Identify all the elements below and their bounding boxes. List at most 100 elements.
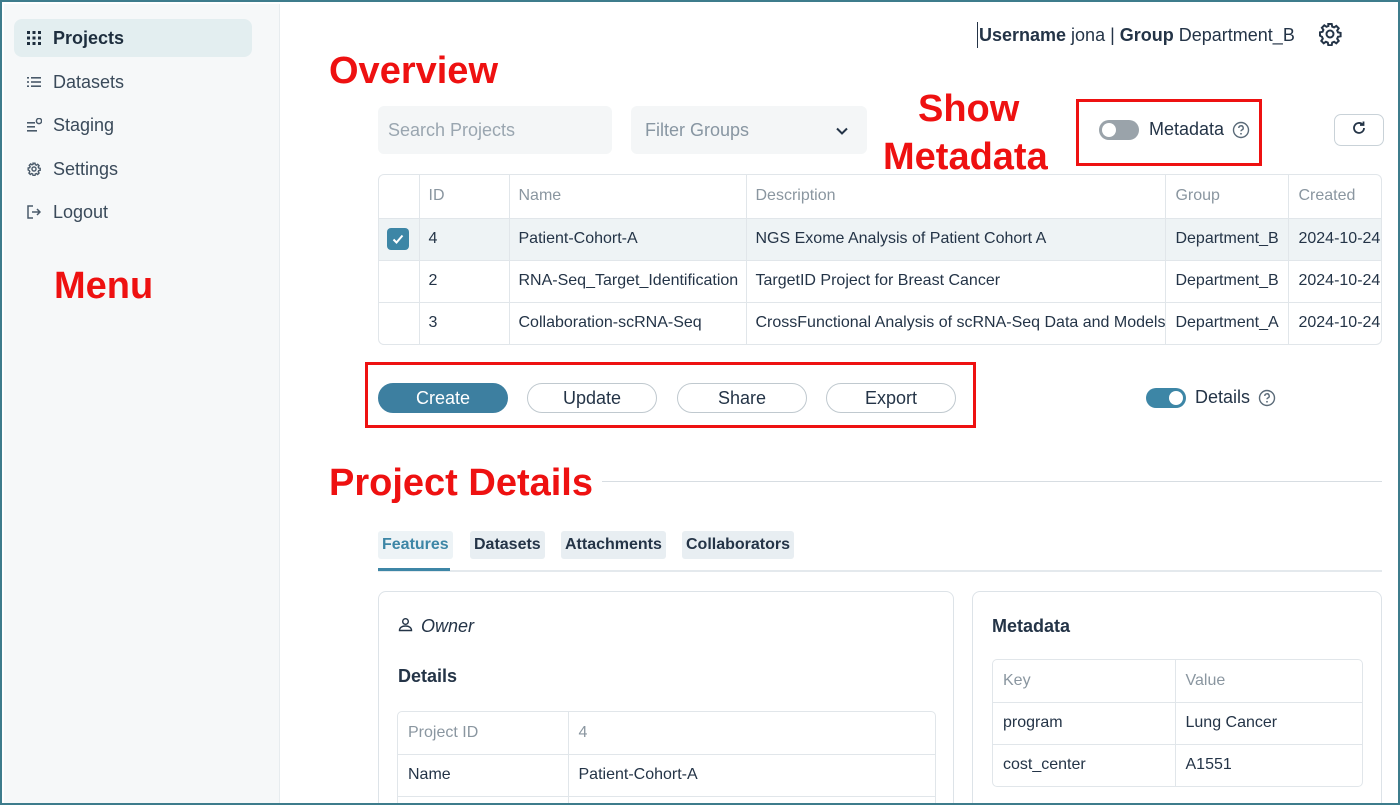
help-icon[interactable] [1232, 121, 1250, 139]
features-card: Owner Details Project ID 4 Name Patient-… [378, 591, 954, 803]
checkbox-checked[interactable] [387, 227, 409, 250]
sidebar-item-logout[interactable]: Logout [14, 193, 252, 231]
username-label: Username [979, 24, 1067, 45]
annotation-metadata: Metadata [883, 136, 1048, 178]
column-header-created[interactable]: Created [1288, 175, 1381, 219]
detail-value [568, 796, 935, 803]
filter-groups-select[interactable]: Filter Groups [631, 106, 867, 154]
annotation-menu: Menu [54, 265, 154, 307]
annotation-overview: Overview [329, 50, 498, 92]
table-row: program Lung Cancer [993, 702, 1362, 745]
sidebar-item-datasets[interactable]: Datasets [14, 63, 252, 101]
user-info: Username jona | Group Department_B [977, 22, 1295, 48]
logout-icon [26, 204, 42, 220]
metadata-table: Key Value program Lung Cancer cost_cente… [992, 659, 1363, 787]
row-checkbox-cell[interactable] [379, 218, 420, 261]
active-tab-indicator [378, 568, 450, 571]
sidebar-item-label: Datasets [53, 71, 125, 92]
detail-value: 4 [568, 712, 935, 755]
list-icon [26, 74, 42, 90]
help-icon[interactable] [1258, 389, 1276, 407]
tab-attachments[interactable]: Attachments [561, 531, 666, 559]
filter-groups-placeholder: Filter Groups [645, 119, 750, 140]
table-header-row: Key Value [993, 660, 1362, 703]
tab-features[interactable]: Features [378, 531, 453, 559]
detail-key: Project ID [398, 712, 569, 755]
details-toggle-label: Details [1195, 387, 1251, 407]
tab-collaborators[interactable]: Collaborators [682, 531, 795, 559]
metadata-title: Metadata [992, 616, 1071, 636]
share-button[interactable]: Share [677, 383, 807, 413]
table-row[interactable]: 4 Patient-Cohort-A NGS Exome Analysis of… [379, 218, 1381, 261]
sidebar-item-projects[interactable]: Projects [14, 19, 252, 57]
user-icon [398, 616, 413, 637]
table-row[interactable]: 2 RNA-Seq_Target_Identification TargetID… [379, 260, 1381, 303]
sidebar-item-label: Settings [53, 158, 119, 179]
chevron-down-icon [835, 122, 849, 143]
table-row: Name Patient-Cohort-A [398, 754, 935, 797]
sidebar-item-staging[interactable]: Staging [14, 106, 252, 144]
grid-icon [26, 30, 42, 46]
cell-description: TargetID Project for Breast Cancer [746, 260, 1167, 303]
cell-id: 2 [419, 260, 510, 303]
details-toggle[interactable] [1146, 388, 1186, 408]
cell-id: 3 [419, 302, 510, 344]
metadata-value: A1551 [1185, 756, 1232, 774]
metadata-key-header: Key [993, 660, 1176, 703]
group-value: Department_B [1178, 24, 1295, 45]
annotation-show: Show [918, 88, 1020, 130]
metadata-toggle-label: Metadata [1149, 119, 1225, 139]
owner-label: Owner [421, 616, 475, 636]
cell-group: Department_A [1165, 302, 1290, 344]
detail-value: Patient-Cohort-A [568, 754, 935, 797]
metadata-value: Lung Cancer [1175, 702, 1362, 745]
metadata-value-header: Value [1175, 660, 1362, 703]
sidebar-item-settings[interactable]: Settings [14, 150, 252, 188]
details-title: Details [398, 666, 458, 686]
cell-created: 2024-10-24 [1288, 218, 1381, 261]
tab-datasets[interactable]: Datasets [470, 531, 545, 559]
refresh-button[interactable] [1334, 114, 1384, 146]
row-checkbox-cell[interactable] [379, 302, 420, 344]
user-separator: | [1110, 24, 1115, 45]
check-icon [392, 234, 404, 244]
cell-created: 2024-10-24 [1298, 314, 1381, 332]
metadata-toggle[interactable] [1099, 120, 1139, 140]
update-button[interactable]: Update [527, 383, 657, 413]
metadata-key: cost_center [993, 744, 1176, 786]
column-header-group[interactable]: Group [1165, 175, 1290, 219]
refresh-icon [1351, 120, 1367, 141]
metadata-card: Metadata Key Value program Lung Cancer c… [972, 591, 1382, 803]
cell-group: Department_B [1165, 218, 1290, 261]
table-row: cost_center A1551 [993, 744, 1362, 786]
owner-row: Owner [398, 616, 474, 637]
group-label: Group [1119, 24, 1174, 45]
staging-icon [26, 117, 42, 133]
detail-key [398, 796, 569, 803]
settings-gear-icon[interactable] [1318, 22, 1342, 47]
toggle-knob [1169, 391, 1183, 405]
column-header-description[interactable]: Description [746, 175, 1167, 219]
username-value: jona [1071, 24, 1106, 45]
cell-created: 2024-10-24 [1288, 260, 1381, 303]
select-column-header [379, 175, 420, 219]
column-header-id[interactable]: ID [419, 175, 510, 219]
metadata-key: program [993, 702, 1176, 745]
cell-name: RNA-Seq_Target_Identification [509, 260, 747, 303]
column-header-name[interactable]: Name [509, 175, 747, 219]
sidebar-item-label: Logout [53, 201, 109, 222]
table-row [398, 796, 935, 803]
projects-table: ID Name Description Group Created 4 Pati… [378, 174, 1382, 345]
cell-name: Collaboration-scRNA-Seq [509, 302, 747, 344]
export-button[interactable]: Export [826, 383, 956, 413]
create-button[interactable]: Create [378, 383, 508, 413]
table-row[interactable]: 3 Collaboration-scRNA-Seq CrossFunctiona… [379, 302, 1381, 344]
search-input[interactable] [378, 106, 612, 154]
cell-description: NGS Exome Analysis of Patient Cohort A [746, 218, 1167, 261]
sidebar-item-label: Projects [53, 27, 125, 48]
cell-id: 4 [419, 218, 510, 261]
table-header-row: ID Name Description Group Created [379, 175, 1381, 219]
cell-name: Patient-Cohort-A [509, 218, 747, 261]
sidebar: Projects Datasets Staging Settings Logou… [4, 4, 280, 803]
row-checkbox-cell[interactable] [379, 260, 420, 303]
